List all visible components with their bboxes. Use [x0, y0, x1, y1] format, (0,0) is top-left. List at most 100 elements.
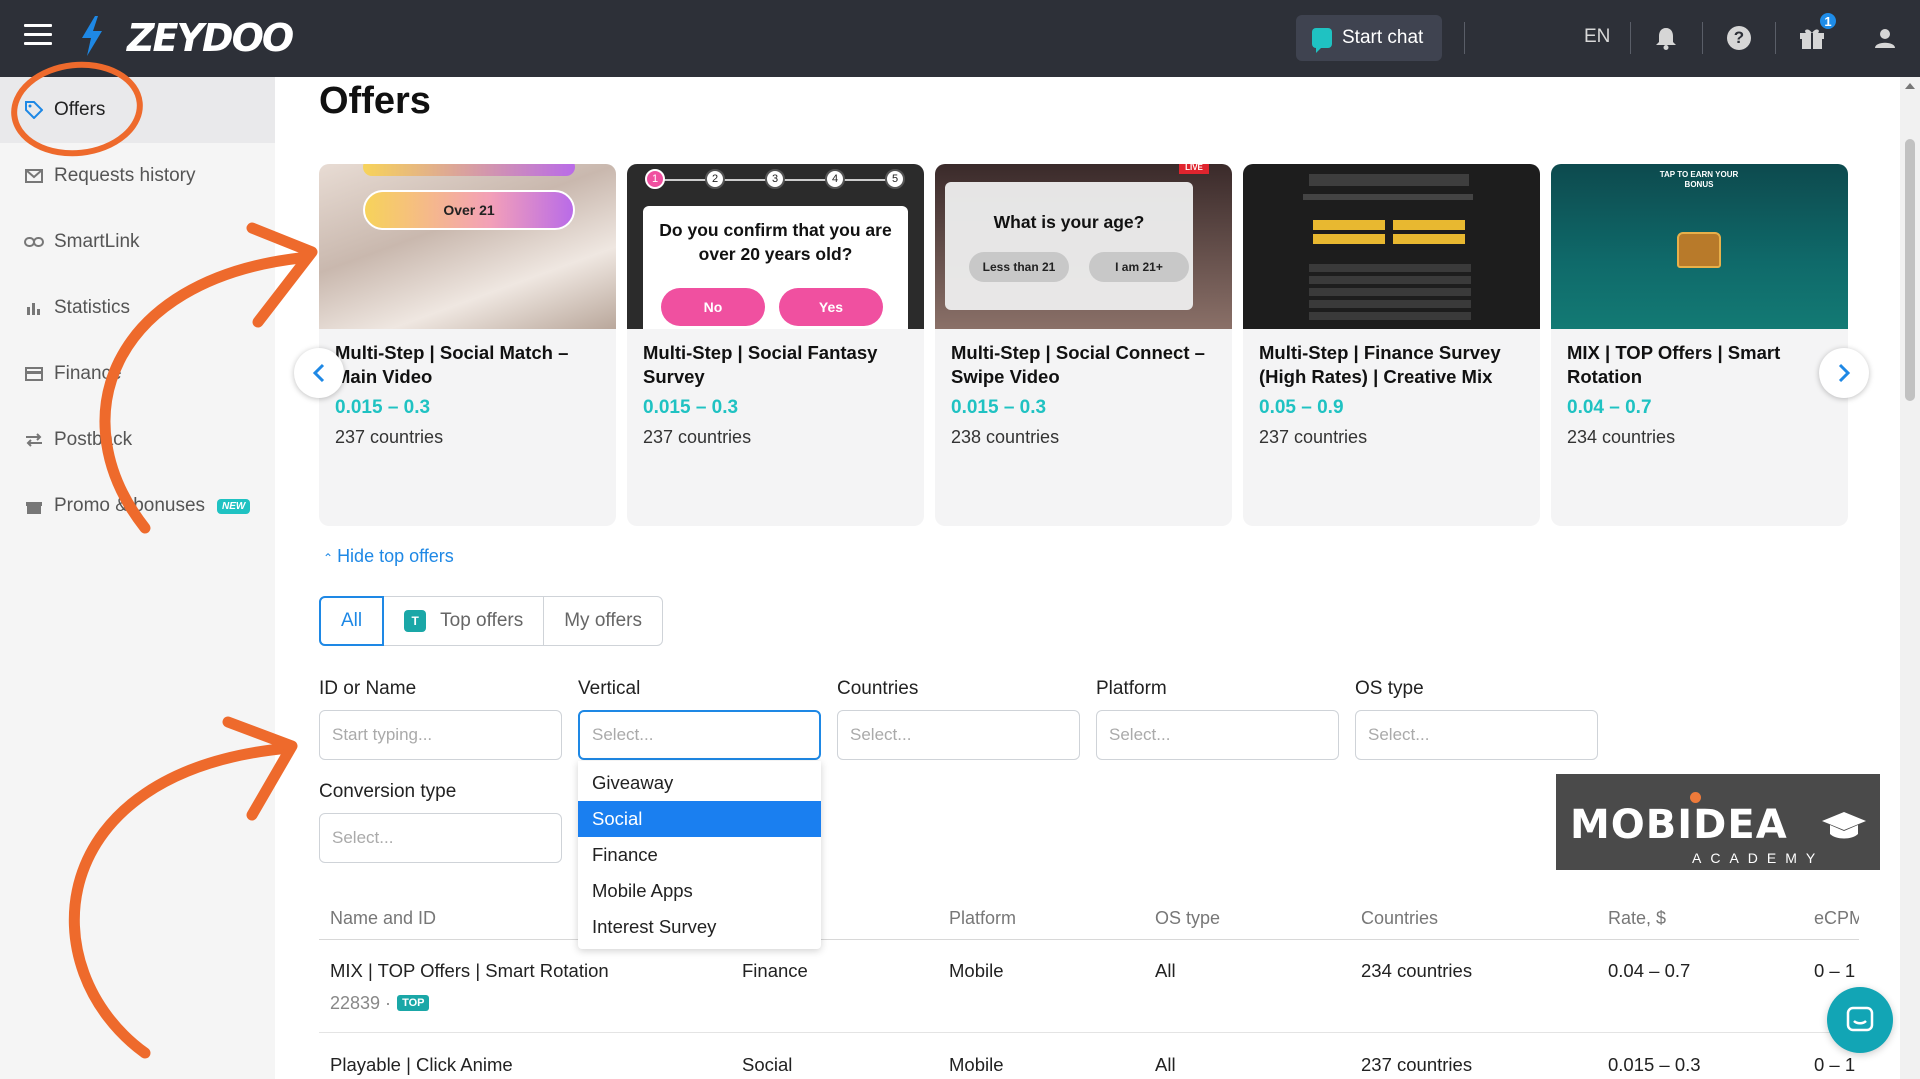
offer-countries: 237 countries — [643, 427, 752, 447]
sidebar-item-label: Finance — [54, 363, 122, 384]
divider — [1464, 22, 1465, 54]
tab-all[interactable]: All — [319, 596, 385, 646]
offer-countries: 237 countries — [1259, 427, 1368, 447]
offer-countries: 238 countries — [951, 427, 1060, 447]
step-4: 4 — [825, 169, 845, 189]
col-ecpm[interactable]: eCPM — [1814, 908, 1859, 929]
scroll-up-arrow-icon[interactable] — [1905, 83, 1915, 89]
tab-label: All — [341, 610, 363, 631]
offer-os: All — [1155, 960, 1176, 981]
offers-table-header: Name and ID Platform OS type Countries R… — [319, 896, 1859, 940]
vertical-option-mobile-apps[interactable]: Mobile Apps — [578, 873, 821, 909]
col-countries[interactable]: Countries — [1361, 908, 1438, 929]
logo[interactable]: ZEYDOO — [127, 16, 294, 60]
help-icon[interactable]: ? — [1725, 24, 1753, 52]
top-bar: ZEYDOO Start chat EN ? 1 — [0, 0, 1920, 77]
tab-my-offers[interactable]: My offers — [544, 597, 662, 645]
conversion-type-select[interactable] — [319, 813, 562, 863]
language-selector[interactable]: EN — [1584, 26, 1610, 48]
sidebar-item-promo-bonuses[interactable]: Promo & bonuses NEW — [0, 473, 275, 539]
offer-rate: 0.05 – 0.9 — [1259, 397, 1344, 418]
bell-icon[interactable] — [1652, 24, 1680, 52]
id-name-input[interactable] — [319, 710, 562, 760]
os-type-select[interactable] — [1355, 710, 1598, 760]
new-badge: NEW — [217, 498, 251, 514]
sidebar-item-postback[interactable]: Postback — [0, 407, 275, 473]
start-chat-label: Start chat — [1342, 27, 1424, 48]
thumb-live-badge: LIVE — [1179, 164, 1209, 174]
carousel-prev-button[interactable] — [294, 348, 344, 398]
watermark-sub: ACADEMY — [1692, 850, 1825, 866]
table-row[interactable]: Playable | Click Anime Social Mobile All… — [319, 1034, 1859, 1079]
col-rate[interactable]: Rate, $ — [1608, 908, 1666, 929]
divider — [1775, 22, 1776, 54]
vertical-option-interest-survey[interactable]: Interest Survey — [578, 909, 821, 945]
sidebar: Offers Requests history SmartLink Statis… — [0, 77, 275, 1079]
start-chat-button[interactable]: Start chat — [1296, 15, 1442, 61]
logo-bolt-icon — [82, 16, 102, 56]
menu-icon[interactable] — [24, 24, 52, 46]
offer-card[interactable]: Over 21 Multi-Step | Social Match – Main… — [319, 164, 616, 526]
offer-rate: 0.015 – 0.3 — [951, 397, 1047, 418]
page-scrollbar[interactable] — [1900, 77, 1920, 1079]
top-badge: T — [404, 610, 427, 632]
sidebar-item-requests-history[interactable]: Requests history — [0, 143, 275, 209]
tag-icon — [24, 100, 44, 120]
sidebar-item-label: SmartLink — [54, 231, 140, 252]
arrows-icon — [24, 430, 44, 450]
page-title: Offers — [319, 80, 431, 122]
sidebar-item-statistics[interactable]: Statistics — [0, 275, 275, 341]
offer-name: MIX | TOP Offers | Smart Rotation — [1567, 342, 1781, 387]
offer-ecpm: 0 – 1 — [1814, 1054, 1856, 1075]
vertical-option-giveaway[interactable]: Giveaway — [578, 765, 821, 801]
offer-platform: Mobile — [949, 1054, 1004, 1075]
offer-thumbnail — [1243, 164, 1540, 329]
offer-card[interactable]: TAP TO EARN YOUR BONUS MIX | TOP Offers … — [1551, 164, 1848, 526]
offer-platform: Mobile — [949, 960, 1004, 981]
thumb-question: Do you confirm that you are over 20 year… — [659, 220, 892, 264]
offer-card[interactable]: 1 2 3 4 5 Do you confirm that you are ov… — [627, 164, 924, 526]
thumb-over-21-label: Over 21 — [363, 190, 575, 230]
offer-rate: 0.04 – 0.7 — [1567, 397, 1652, 418]
platform-select[interactable] — [1096, 710, 1339, 760]
sidebar-item-label: Postback — [54, 429, 133, 450]
sidebar-item-finance[interactable]: Finance — [0, 341, 275, 407]
hide-top-offers-label: Hide top offers — [337, 546, 454, 566]
mobidea-academy-watermark: MOBIDEA ACADEMY — [1556, 774, 1880, 870]
vertical-select[interactable] — [578, 710, 821, 760]
tab-top-offers[interactable]: T Top offers — [384, 597, 545, 645]
offer-name: Multi-Step | Social Match – Main Video — [335, 342, 569, 387]
sidebar-item-offers[interactable]: Offers — [0, 77, 275, 143]
offer-vertical: Finance — [742, 960, 808, 981]
offer-rate: 0.015 – 0.3 — [335, 397, 431, 418]
offer-name: MIX | TOP Offers | Smart Rotation — [330, 960, 609, 981]
col-name-and-id[interactable]: Name and ID — [330, 908, 436, 929]
vertical-option-finance[interactable]: Finance — [578, 837, 821, 873]
offer-card[interactable]: Multi-Step | Finance Survey (High Rates)… — [1243, 164, 1540, 526]
live-chat-button[interactable] — [1827, 987, 1893, 1053]
col-os-type[interactable]: OS type — [1155, 908, 1220, 929]
chevron-up-icon: ⌃ — [323, 551, 334, 565]
step-1: 1 — [645, 169, 665, 189]
col-platform[interactable]: Platform — [949, 908, 1016, 929]
hide-top-offers-link[interactable]: ⌃ Hide top offers — [323, 546, 454, 567]
sidebar-item-label: Statistics — [54, 297, 131, 318]
offer-thumbnail: Over 21 — [319, 164, 616, 329]
vertical-dropdown-menu: Giveaway Social Finance Mobile Apps Inte… — [578, 761, 821, 949]
offer-countries: 234 countries — [1361, 960, 1473, 981]
filter-label-conversion-type: Conversion type — [319, 781, 457, 802]
offer-countries: 237 countries — [335, 427, 444, 447]
step-5: 5 — [885, 169, 905, 189]
carousel-next-button[interactable] — [1819, 348, 1869, 398]
scrollbar-thumb[interactable] — [1905, 139, 1915, 401]
user-icon[interactable] — [1871, 24, 1899, 52]
sidebar-item-smartlink[interactable]: SmartLink — [0, 209, 275, 275]
offer-id: 22839 · — [330, 993, 392, 1013]
mail-icon — [24, 166, 44, 186]
offer-card[interactable]: LIVE What is your age? Less than 21 I am… — [935, 164, 1232, 526]
treasure-chest-icon — [1677, 232, 1721, 268]
table-row[interactable]: MIX | TOP Offers | Smart Rotation 22839 … — [319, 940, 1859, 1033]
vertical-option-social[interactable]: Social — [578, 801, 821, 837]
countries-select[interactable] — [837, 710, 1080, 760]
chat-icon — [1312, 28, 1332, 53]
